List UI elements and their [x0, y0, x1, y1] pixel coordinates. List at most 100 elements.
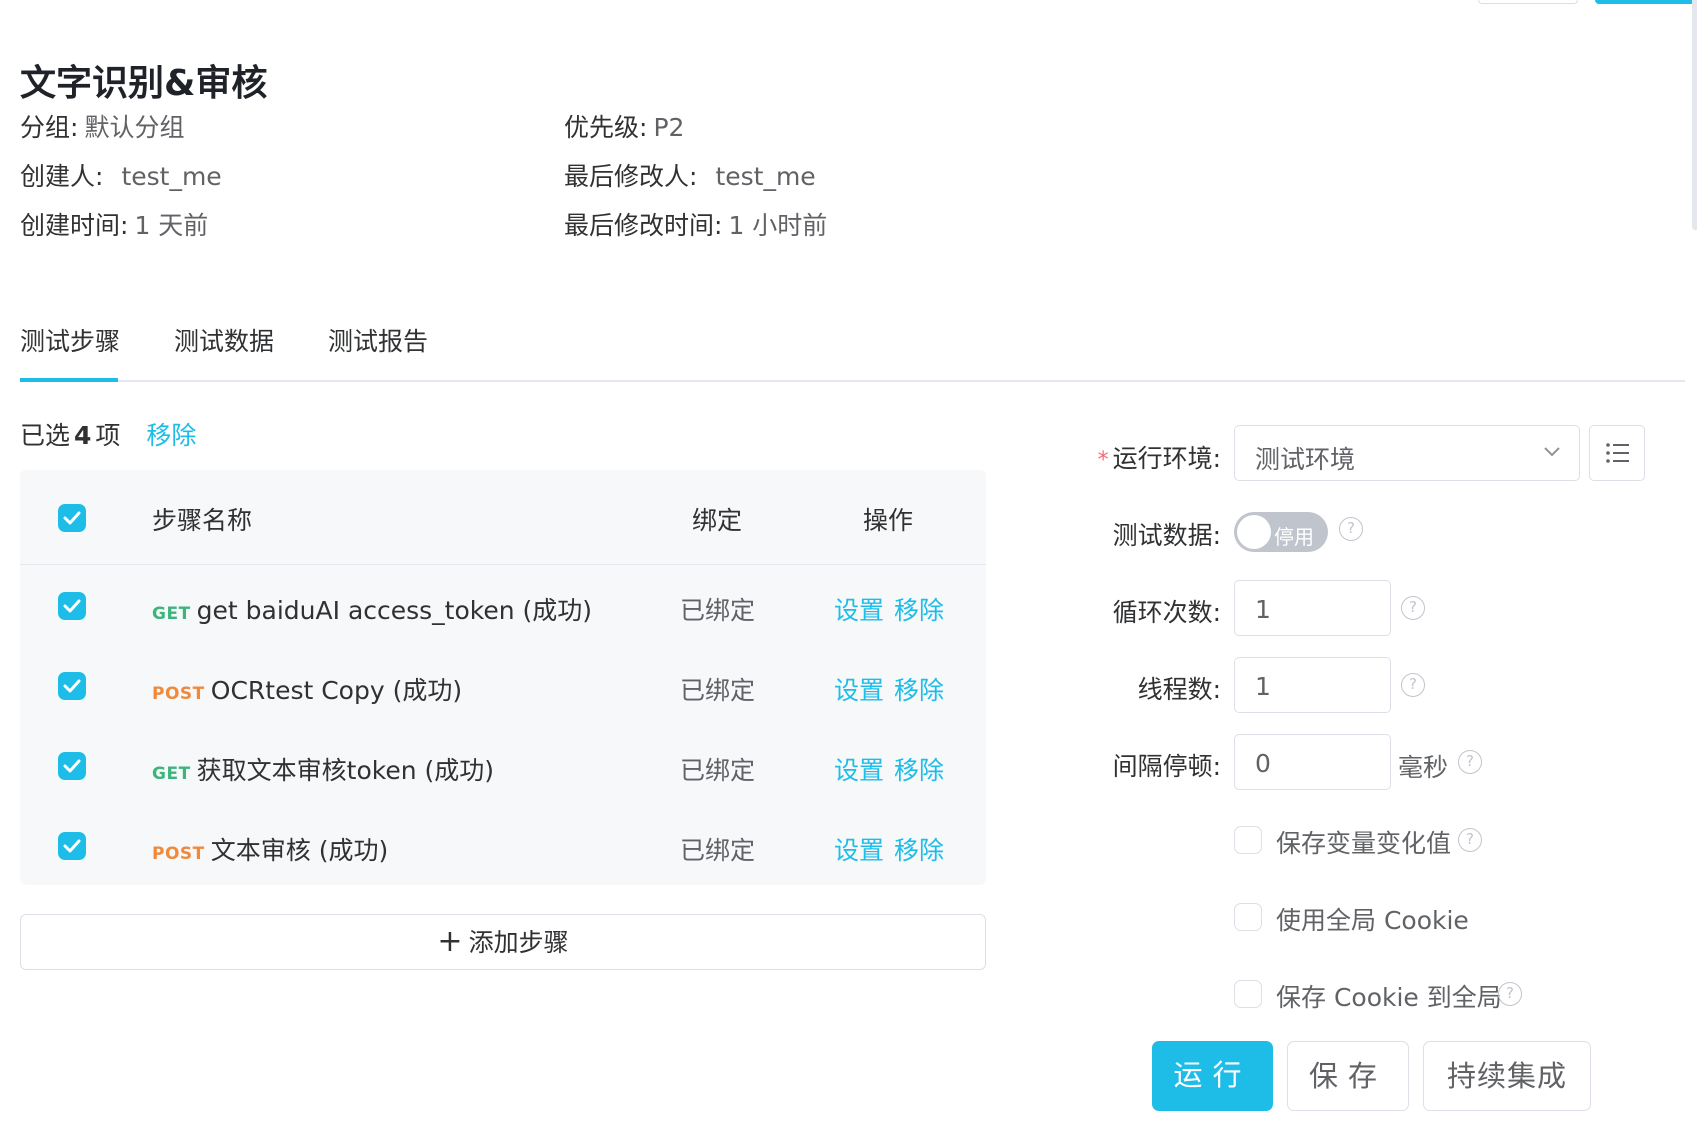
row-ops: 设置 移除 — [834, 751, 954, 787]
row-ops: 设置 移除 — [834, 671, 954, 707]
interval-value: 0 — [1255, 749, 1271, 778]
method-badge: POST — [152, 684, 205, 704]
priority-label: 优先级: — [564, 113, 648, 142]
bind-status: 已绑定 — [680, 756, 756, 785]
save-button[interactable]: 保存 — [1287, 1041, 1409, 1111]
table-row: GET 获取文本审核token (成功) 已绑定 设置 移除 — [20, 727, 986, 807]
top-primary-button[interactable] — [1595, 0, 1695, 4]
select-all-checkbox[interactable] — [58, 504, 86, 532]
threads-input[interactable]: 1 — [1234, 657, 1391, 713]
row-ops: 设置 移除 — [834, 831, 954, 867]
batch-remove-link[interactable]: 移除 — [146, 421, 196, 450]
page-title: 文字识别&审核 — [20, 63, 268, 104]
priority-value: P2 — [653, 113, 685, 142]
loop-label: 循环次数: — [1112, 598, 1221, 627]
env-label-text: 运行环境: — [1112, 444, 1221, 473]
threads-label: 线程数: — [1137, 675, 1221, 704]
step-name[interactable]: GET 获取文本审核token (成功) — [152, 751, 494, 787]
help-icon[interactable]: ? — [1498, 982, 1522, 1006]
settings-link[interactable]: 设置 — [834, 676, 884, 705]
add-step-button[interactable]: + 添加步骤 — [20, 914, 986, 970]
help-icon[interactable]: ? — [1401, 596, 1425, 620]
step-name-text: OCRtest Copy (成功) — [210, 676, 463, 705]
meta-priority: 优先级: P2 — [564, 108, 684, 144]
settings-link[interactable]: 设置 — [834, 596, 884, 625]
method-badge: GET — [152, 604, 191, 624]
remove-link[interactable]: 移除 — [894, 596, 944, 625]
top-secondary-button[interactable] — [1478, 0, 1578, 4]
header-bind: 绑定 — [692, 506, 743, 535]
selection-count: 4 — [74, 421, 92, 450]
meta-creator: 创建人: test_me — [20, 157, 222, 193]
created-label: 创建时间: — [20, 211, 129, 240]
tab-test-steps[interactable]: 测试步骤 — [20, 322, 120, 358]
save-cookie-label: 保存 Cookie 到全局 — [1276, 983, 1502, 1012]
interval-input[interactable]: 0 — [1234, 734, 1391, 790]
scrollbar[interactable] — [1692, 0, 1697, 230]
chevron-down-icon — [1544, 447, 1560, 457]
method-badge: POST — [152, 844, 205, 864]
group-value: 默认分组 — [84, 113, 185, 142]
row-checkbox[interactable] — [58, 592, 86, 620]
step-name[interactable]: POST 文本审核 (成功) — [152, 831, 388, 867]
tab-test-report[interactable]: 测试报告 — [328, 322, 428, 358]
tab-test-data[interactable]: 测试数据 — [174, 322, 274, 358]
meta-group: 分组: 默认分组 — [20, 108, 184, 144]
remove-link[interactable]: 移除 — [894, 836, 944, 865]
test-data-switch[interactable]: 停用 — [1234, 512, 1328, 552]
creator-label: 创建人: — [20, 162, 104, 191]
add-step-label: 添加步骤 — [468, 928, 569, 957]
meta-modifier: 最后修改人: test_me — [564, 157, 816, 193]
selection-summary: 已选 4 项 移除 — [20, 416, 196, 452]
active-tab-indicator — [20, 378, 118, 382]
help-icon[interactable]: ? — [1458, 750, 1482, 774]
row-checkbox[interactable] — [58, 832, 86, 860]
save-vars-label: 保存变量变化值 — [1276, 829, 1452, 858]
table-row: GET get baiduAI access_token (成功) 已绑定 设置移… — [20, 567, 986, 647]
step-name[interactable]: GET get baiduAI access_token (成功) — [152, 591, 592, 627]
steps-table: 步骤名称 绑定 操作 GET get baiduAI access_token (… — [20, 470, 986, 885]
save-cookie-checkbox[interactable] — [1234, 980, 1262, 1008]
required-mark: * — [1097, 448, 1109, 473]
selection-prefix: 已选 — [20, 421, 71, 450]
switch-text: 停用 — [1274, 525, 1314, 549]
settings-link[interactable]: 设置 — [834, 836, 884, 865]
help-icon[interactable]: ? — [1339, 517, 1363, 541]
selection-suffix: 项 — [95, 421, 121, 450]
bind-status: 已绑定 — [680, 836, 756, 865]
switch-knob — [1237, 515, 1271, 549]
header-ops: 操作 — [863, 506, 914, 535]
help-icon[interactable]: ? — [1401, 673, 1425, 697]
remove-link[interactable]: 移除 — [894, 756, 944, 785]
remove-link[interactable]: 移除 — [894, 676, 944, 705]
env-select[interactable]: 测试环境 — [1234, 425, 1580, 481]
global-cookie-checkbox[interactable] — [1234, 903, 1262, 931]
help-icon[interactable]: ? — [1458, 828, 1482, 852]
plus-icon: + — [437, 924, 463, 959]
global-cookie-label: 使用全局 Cookie — [1276, 906, 1469, 935]
loop-count-value: 1 — [1255, 595, 1271, 624]
list-icon — [1606, 443, 1629, 463]
test-data-label: 测试数据: — [1112, 521, 1221, 550]
meta-modified: 最后修改时间: 1 小时前 — [564, 206, 827, 242]
env-select-value: 测试环境 — [1255, 445, 1356, 474]
loop-count-input[interactable]: 1 — [1234, 580, 1391, 636]
run-button[interactable]: 运行 — [1152, 1041, 1273, 1111]
modified-label: 最后修改时间: — [564, 211, 723, 240]
row-checkbox[interactable] — [58, 752, 86, 780]
env-list-button[interactable] — [1589, 425, 1645, 481]
modifier-value: test_me — [715, 162, 816, 191]
group-label: 分组: — [20, 113, 79, 142]
step-name-text: get baiduAI access_token (成功) — [196, 596, 593, 625]
tab-bar: 测试步骤 测试数据 测试报告 — [20, 322, 1685, 382]
table-header: 步骤名称 绑定 操作 — [20, 470, 986, 565]
step-name-text: 获取文本审核token (成功) — [196, 756, 495, 785]
step-name[interactable]: POST OCRtest Copy (成功) — [152, 671, 462, 707]
step-name-text: 文本审核 (成功) — [210, 836, 389, 865]
interval-label: 间隔停顿: — [1112, 752, 1221, 781]
save-vars-checkbox[interactable] — [1234, 826, 1262, 854]
ci-button[interactable]: 持续集成 — [1423, 1041, 1591, 1111]
header-step-name: 步骤名称 — [152, 506, 253, 535]
row-checkbox[interactable] — [58, 672, 86, 700]
settings-link[interactable]: 设置 — [834, 756, 884, 785]
